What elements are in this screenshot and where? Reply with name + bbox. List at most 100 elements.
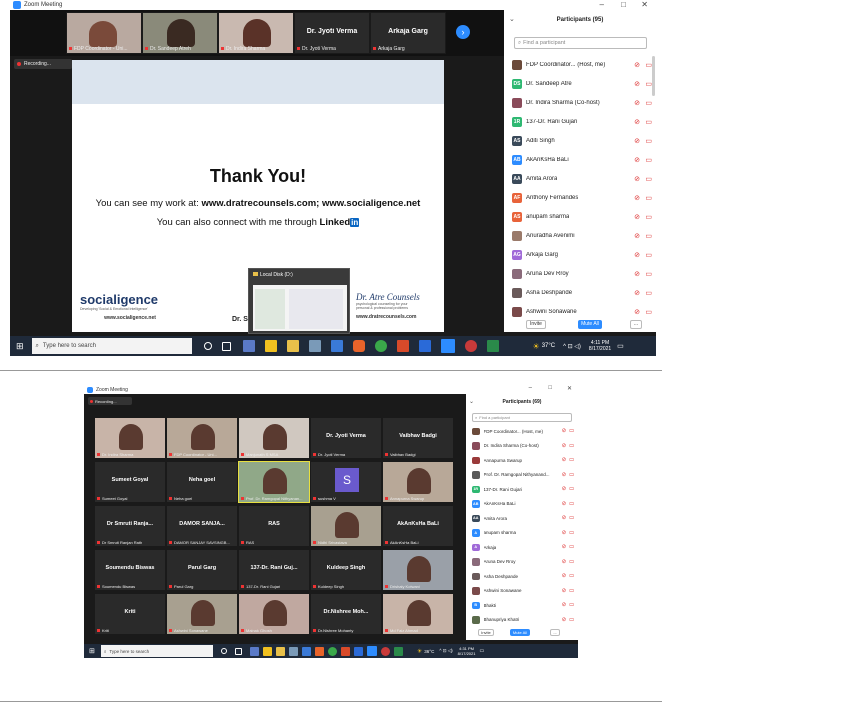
mic-muted-icon[interactable]: ⊘	[562, 501, 566, 507]
invite-button[interactable]: Invite	[526, 320, 546, 329]
video-tile[interactable]: DAMOR SANJA... DAMOR SANJAY SAVSINGB...	[166, 505, 238, 547]
more-button[interactable]: ...	[550, 629, 560, 636]
system-tray-icons[interactable]: ^ ⊡ ◁)	[563, 343, 581, 350]
zoom-taskbar-icon[interactable]	[440, 339, 455, 353]
mic-muted-icon[interactable]: ⊘	[562, 573, 566, 579]
sticky-notes-icon[interactable]	[262, 646, 272, 656]
mic-muted-icon[interactable]: ⊘	[562, 559, 566, 565]
video-tile[interactable]: Dr. Jyoti Verma Dr. Jyoti Verma	[294, 12, 370, 54]
video-off-icon[interactable]: ▭	[645, 289, 652, 297]
participant-row[interactable]: A Arkaja ⊘ ▭	[466, 541, 578, 554]
video-tile[interactable]: Mainak Ghosh	[238, 593, 310, 635]
participant-row[interactable]: Asha Deshpande ⊘ ▭	[504, 284, 656, 301]
video-off-icon[interactable]: ▭	[569, 457, 574, 463]
store-app-icon[interactable]	[242, 340, 255, 352]
video-tile[interactable]: Annapurna Swarup	[382, 461, 454, 503]
mic-muted-icon[interactable]: ⊘	[562, 588, 566, 594]
mic-muted-icon[interactable]: ⊘	[562, 443, 566, 449]
video-off-icon[interactable]: ▭	[569, 501, 574, 507]
participant-row[interactable]: AB AkAnKsHa BaLi ⊘ ▭	[466, 498, 578, 511]
more-button[interactable]: ...	[630, 320, 642, 329]
participant-row[interactable]: FDP Coordinator... (Host, me) ⊘ ▭	[504, 56, 656, 73]
video-tile[interactable]: Drishaly Kotwani	[382, 549, 454, 591]
video-off-icon[interactable]: ▭	[569, 544, 574, 550]
file-explorer-icon[interactable]	[286, 340, 299, 352]
video-off-icon[interactable]: ▭	[645, 175, 652, 183]
video-off-icon[interactable]: ▭	[569, 588, 574, 594]
participant-row[interactable]: FDP Coordinator... (Host, me) ⊘ ▭	[466, 425, 578, 438]
participant-row[interactable]: B Bhakti ⊘ ▭	[466, 599, 578, 612]
video-tile[interactable]: Dr.Nishree Moh... Dr.Nishree Mohanty	[310, 593, 382, 635]
mail-icon[interactable]	[301, 646, 311, 656]
video-off-icon[interactable]: ▭	[569, 486, 574, 492]
app-icon[interactable]	[288, 646, 298, 656]
mute-all-button[interactable]: Mute All	[510, 629, 530, 636]
participant-row[interactable]: Dr. Indira Sharma (Co-host) ⊘ ▭	[504, 94, 656, 111]
mic-muted-icon[interactable]: ⊘	[562, 472, 566, 478]
excel-icon[interactable]	[486, 340, 499, 352]
video-off-icon[interactable]: ▭	[569, 573, 574, 579]
mic-muted-icon[interactable]: ⊘	[562, 457, 566, 463]
video-tile[interactable]: Nidhi Srivastava	[310, 505, 382, 547]
video-tile[interactable]: Neha goel Neha goel	[166, 461, 238, 503]
video-off-icon[interactable]: ▭	[645, 80, 652, 88]
video-off-icon[interactable]: ▭	[569, 472, 574, 478]
mute-all-button[interactable]: Mute All	[578, 320, 602, 329]
video-tile[interactable]: Ssushma V	[310, 461, 382, 503]
participant-row[interactable]: Aruna Dev Rroy ⊘ ▭	[504, 265, 656, 282]
task-view-icon[interactable]	[221, 341, 231, 351]
video-off-icon[interactable]: ▭	[569, 443, 574, 449]
recording-badge[interactable]: Recording...	[88, 397, 132, 405]
mic-muted-icon[interactable]: ⊘	[634, 61, 640, 69]
video-off-icon[interactable]: ▭	[569, 559, 574, 565]
video-off-icon[interactable]: ▭	[645, 156, 652, 164]
participant-row[interactable]: Aruna Dev Rroy ⊘ ▭	[466, 556, 578, 569]
minimize-icon[interactable]: –	[529, 385, 532, 391]
participant-row[interactable]: Anuradha Avenimi ⊘ ▭	[504, 227, 656, 244]
notification-icon[interactable]: ▭	[617, 342, 624, 350]
participant-row[interactable]: Ashwini Sonawane ⊘ ▭	[504, 303, 656, 320]
mic-muted-icon[interactable]: ⊘	[634, 156, 640, 164]
participant-row[interactable]: AA Amita Arora ⊘ ▭	[466, 512, 578, 525]
video-tile[interactable]: RAS RAS	[238, 505, 310, 547]
video-tile[interactable]: Sumeet Goyal Sumeet Goyal	[94, 461, 166, 503]
maximize-icon[interactable]: □	[548, 385, 552, 391]
chrome-icon[interactable]	[464, 340, 477, 352]
weather-icon[interactable]: ☀	[417, 648, 422, 655]
maximize-icon[interactable]: □	[621, 0, 626, 9]
outlook-icon[interactable]	[418, 340, 431, 352]
video-off-icon[interactable]: ▭	[569, 617, 574, 623]
mic-muted-icon[interactable]: ⊘	[562, 486, 566, 492]
participant-row[interactable]: Aanupam sharma ⊘ ▭	[466, 527, 578, 540]
taskbar-search-box[interactable]: ⌕ Type here to search	[100, 645, 213, 657]
mic-muted-icon[interactable]: ⊘	[634, 213, 640, 221]
participant-row[interactable]: 1R 137-Dr. Rani Gujari ⊘ ▭	[466, 483, 578, 496]
powerpoint-icon[interactable]	[396, 340, 409, 352]
windows-start-icon[interactable]: ⊞	[89, 647, 95, 655]
mic-muted-icon[interactable]: ⊘	[562, 428, 566, 434]
mic-muted-icon[interactable]: ⊘	[562, 617, 566, 623]
video-tile[interactable]: Soumendu Biswas Soumendu Biswas	[94, 549, 166, 591]
video-off-icon[interactable]: ▭	[645, 308, 652, 316]
video-tile[interactable]: Dr. Indira Sharma	[218, 12, 294, 54]
video-tile[interactable]: Dr. Sandeep Atreh	[142, 12, 218, 54]
mic-muted-icon[interactable]: ⊘	[634, 251, 640, 259]
weather-icon[interactable]: ☀	[533, 342, 540, 351]
mic-muted-icon[interactable]: ⊘	[634, 232, 640, 240]
video-off-icon[interactable]: ▭	[569, 428, 574, 434]
close-icon[interactable]: ✕	[567, 385, 572, 392]
video-off-icon[interactable]: ▭	[645, 270, 652, 278]
chrome-icon[interactable]	[374, 340, 387, 352]
chrome-icon[interactable]	[327, 646, 337, 656]
participant-row[interactable]: Asha Deshpande ⊘ ▭	[466, 570, 578, 583]
video-tile[interactable]: Ashwini Sonawane	[166, 593, 238, 635]
video-tile[interactable]: Kriti Kriti	[94, 593, 166, 635]
video-off-icon[interactable]: ▭	[645, 194, 652, 202]
brave-browser-icon[interactable]	[352, 340, 365, 352]
mic-muted-icon[interactable]: ⊘	[562, 515, 566, 521]
next-page-arrow-icon[interactable]: ›	[456, 25, 470, 39]
participant-row[interactable]: Annapurna Swarup ⊘ ▭	[466, 454, 578, 467]
cortana-icon[interactable]	[203, 342, 212, 350]
mic-muted-icon[interactable]: ⊘	[634, 270, 640, 278]
windows-start-icon[interactable]: ⊞	[16, 341, 24, 352]
